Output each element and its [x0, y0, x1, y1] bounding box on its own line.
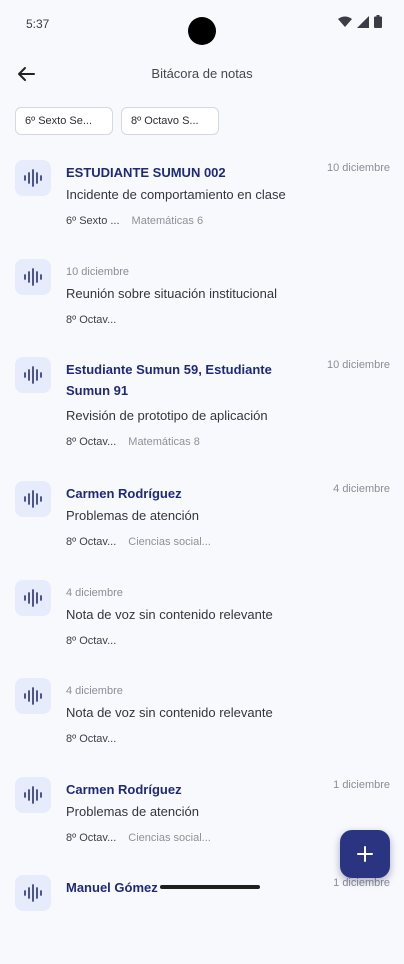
note-heading: Carmen Rodríguez — [66, 486, 182, 501]
home-indicator[interactable] — [160, 885, 260, 889]
note-title: Nota de voz sin contenido relevante — [66, 606, 273, 622]
voice-note-icon — [15, 481, 51, 517]
note-title: Revisión de prototipo de aplicación — [66, 408, 268, 423]
note-date: 1 diciembre — [333, 877, 390, 889]
note-group: 8º Octav... — [66, 733, 117, 745]
note-heading: 4 diciembre — [66, 685, 123, 697]
note-group: 8º Octav... — [66, 436, 117, 448]
note-item[interactable]: 4 diciembre Nota de voz sin contenido re… — [0, 668, 404, 767]
filter-chip-8-octavo[interactable]: 8º Octavo S... — [121, 107, 219, 135]
note-date: 1 diciembre — [333, 778, 390, 791]
note-meta: 8º Octav... Ciencias social... — [66, 832, 211, 844]
note-title: Incidente de comportamiento en clase — [66, 187, 286, 202]
note-group: 8º Octav... — [66, 536, 117, 548]
voice-note-icon — [15, 678, 51, 714]
note-group: 8º Octav... — [66, 831, 117, 844]
filter-chip-6-sexto[interactable]: 6º Sexto Se... — [15, 107, 113, 135]
note-subject: Ciencias social... — [128, 831, 211, 844]
note-title: Nota de voz sin contenido relevante — [66, 705, 273, 720]
note-meta: 8º Octav... — [66, 314, 116, 326]
note-meta: 8º Octav... — [66, 635, 116, 647]
filter-chips: 6º Sexto Se... 8º Octavo S... — [15, 107, 219, 135]
plus-icon — [357, 846, 373, 862]
note-date: 10 diciembre — [327, 359, 390, 371]
note-title: Reunión sobre situación institucional — [66, 285, 278, 301]
note-heading: ESTUDIANTE SUMUN 002 — [66, 165, 226, 180]
note-item[interactable]: Manuel Gómez 1 diciembre — [0, 865, 404, 964]
note-item[interactable]: ESTUDIANTE SUMUN 002 10 diciembre Incide… — [0, 150, 404, 249]
camera-cutout — [188, 17, 216, 45]
voice-note-icon — [15, 357, 51, 393]
note-heading: Carmen Rodríguez — [66, 781, 182, 797]
note-title: Problemas de atención — [66, 508, 199, 523]
note-meta: 8º Octav... — [66, 733, 116, 745]
note-subject: Matemáticas 6 — [131, 215, 204, 227]
note-subject: Matemáticas 8 — [128, 436, 200, 448]
voice-note-icon — [15, 776, 51, 813]
status-bar: 5:37 — [0, 0, 404, 48]
note-meta: 8º Octav... Matemáticas 8 — [66, 436, 200, 448]
note-group: 6º Sexto ... — [66, 215, 120, 227]
app-bar: Bitácora de notas — [0, 48, 404, 100]
voice-note-icon — [15, 258, 51, 295]
signal-icon — [357, 15, 369, 28]
note-group: 8º Octav... — [66, 634, 117, 647]
voice-note-icon — [15, 875, 51, 911]
wifi-icon — [338, 16, 352, 27]
note-item[interactable]: 4 diciembre Nota de voz sin contenido re… — [0, 570, 404, 669]
note-title: Problemas de atención — [66, 803, 199, 819]
note-group: 8º Octav... — [66, 313, 117, 326]
note-heading: 10 diciembre — [66, 265, 129, 278]
note-meta: 6º Sexto ... Matemáticas 6 — [66, 215, 203, 227]
voice-note-icon — [15, 579, 51, 616]
page-title: Bitácora de notas — [151, 66, 253, 81]
note-subject: Ciencias social... — [128, 536, 211, 548]
battery-icon — [374, 15, 382, 28]
note-item[interactable]: 10 diciembre Reunión sobre situación ins… — [0, 249, 404, 348]
voice-note-icon — [15, 160, 51, 196]
system-icons — [338, 15, 382, 28]
add-note-button[interactable] — [340, 830, 390, 878]
note-item[interactable]: Carmen Rodríguez 4 diciembre Problemas d… — [0, 471, 404, 570]
note-meta: 8º Octav... Ciencias social... — [66, 536, 211, 548]
note-heading: 4 diciembre — [66, 586, 123, 599]
note-heading: Estudiante Sumun 59, Estudiante Sumun 91 — [66, 362, 272, 398]
note-item[interactable]: Estudiante Sumun 59, Estudiante Sumun 91… — [0, 347, 404, 471]
status-time: 5:37 — [26, 17, 50, 31]
note-date: 4 diciembre — [333, 483, 390, 495]
note-date: 10 diciembre — [327, 162, 390, 174]
